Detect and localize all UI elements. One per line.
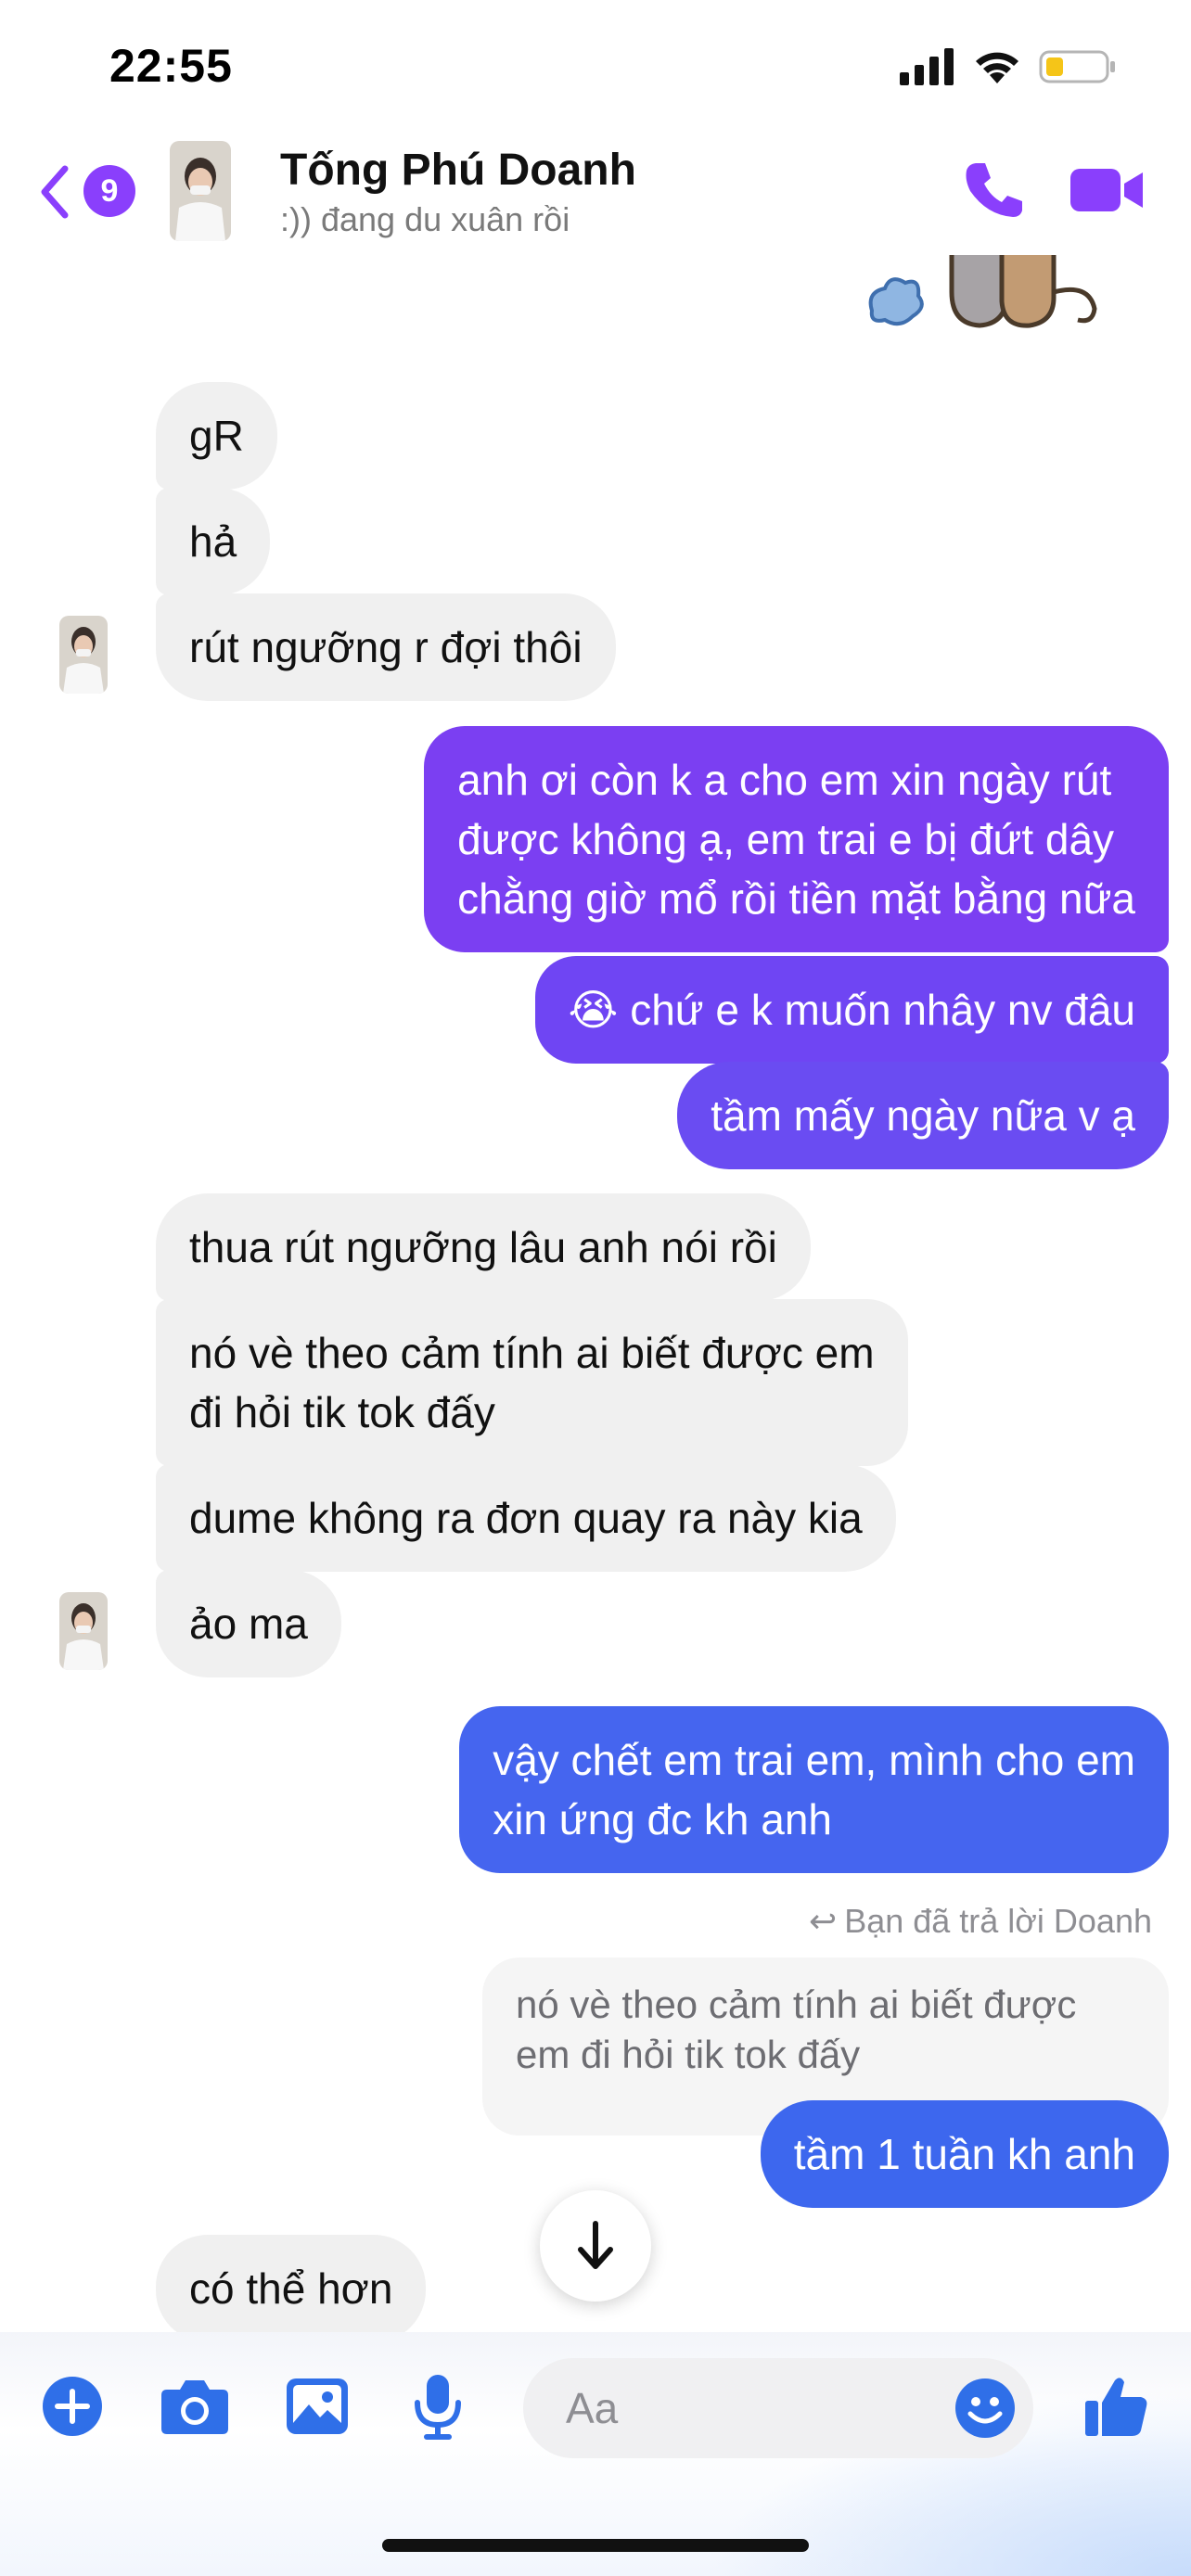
arrow-down-icon xyxy=(578,2221,613,2269)
image-icon xyxy=(287,2378,348,2434)
contact-status: :)) đang du xuân rồi xyxy=(280,200,570,238)
conversation-header: 9 Tống Phú Doanh :)) đang du xuân rồi xyxy=(0,0,1191,255)
message-input[interactable] xyxy=(566,2358,937,2458)
incoming-message[interactable]: gR xyxy=(156,382,277,490)
sender-photo-icon xyxy=(59,1592,108,1670)
microphone-icon xyxy=(415,2375,461,2440)
incoming-message[interactable]: nó vè theo cảm tính ai biết được em đi h… xyxy=(156,1299,908,1466)
outgoing-message[interactable]: vậy chết em trai em, mình cho em xin ứng… xyxy=(459,1706,1169,1873)
phone-icon xyxy=(966,163,1022,217)
video-camera-icon xyxy=(1070,169,1143,211)
emoji-icon[interactable] xyxy=(954,2377,1017,2440)
cellular-signal-icon xyxy=(900,48,954,85)
like-button[interactable] xyxy=(1080,2369,1154,2443)
battery-icon xyxy=(1039,50,1115,83)
contact-name[interactable]: Tống Phú Doanh xyxy=(280,145,636,196)
incoming-message[interactable]: ảo ma xyxy=(156,1570,341,1677)
reply-hint-text: Bạn đã trả lời Doanh xyxy=(844,1902,1152,1940)
camera-icon xyxy=(161,2380,228,2434)
back-button[interactable]: 9 xyxy=(35,161,135,223)
monkey-sticker-icon[interactable] xyxy=(863,255,1141,338)
reply-hint: ↩ Bạn đã trả lời Doanh xyxy=(809,1902,1152,1941)
add-button[interactable] xyxy=(35,2369,109,2443)
outgoing-message[interactable]: tầm mấy ngày nữa v ạ xyxy=(677,1062,1169,1169)
plus-circle-icon xyxy=(43,2377,102,2436)
contact-avatar[interactable] xyxy=(170,141,231,241)
contact-photo-icon xyxy=(170,141,231,241)
incoming-message[interactable]: rút ngưỡng r đợi thôi xyxy=(156,593,616,701)
sender-photo-icon xyxy=(59,616,108,694)
unread-count-badge: 9 xyxy=(83,165,135,217)
status-time: 22:55 xyxy=(109,40,233,92)
sender-avatar[interactable] xyxy=(59,616,108,694)
camera-button[interactable] xyxy=(158,2369,232,2443)
sender-avatar[interactable] xyxy=(59,1592,108,1670)
message-list[interactable]: gR hả rút ngưỡng r đợi thôi anh ơi còn k… xyxy=(0,255,1191,2332)
wifi-icon xyxy=(976,52,1018,83)
incoming-message[interactable]: dume không ra đơn quay ra này kia xyxy=(156,1464,896,1572)
voice-call-button[interactable] xyxy=(955,158,1030,223)
incoming-message[interactable]: thua rút ngưỡng lâu anh nói rồi xyxy=(156,1193,811,1301)
home-indicator xyxy=(382,2539,809,2552)
voice-message-button[interactable] xyxy=(401,2369,475,2443)
scroll-to-bottom-button[interactable] xyxy=(540,2190,651,2302)
thumbs-up-icon xyxy=(1085,2378,1147,2436)
status-bar: 22:55 xyxy=(0,0,1191,130)
reply-arrow-icon: ↩ xyxy=(809,1902,838,1940)
incoming-message[interactable]: hả xyxy=(156,488,271,595)
chevron-left-icon xyxy=(41,165,69,219)
outgoing-message[interactable]: 😭 chứ e k muốn nhây nv đâu xyxy=(534,956,1169,1064)
video-call-button[interactable] xyxy=(1069,158,1143,223)
outgoing-message[interactable]: anh ơi còn k a cho em xin ngày rút được … xyxy=(424,726,1169,952)
incoming-message[interactable]: có thể hơn xyxy=(156,2235,427,2332)
status-icons xyxy=(900,46,1117,87)
message-input-container[interactable] xyxy=(523,2358,1033,2458)
outgoing-message[interactable]: tầm 1 tuần kh anh xyxy=(760,2100,1169,2208)
gallery-button[interactable] xyxy=(280,2369,354,2443)
